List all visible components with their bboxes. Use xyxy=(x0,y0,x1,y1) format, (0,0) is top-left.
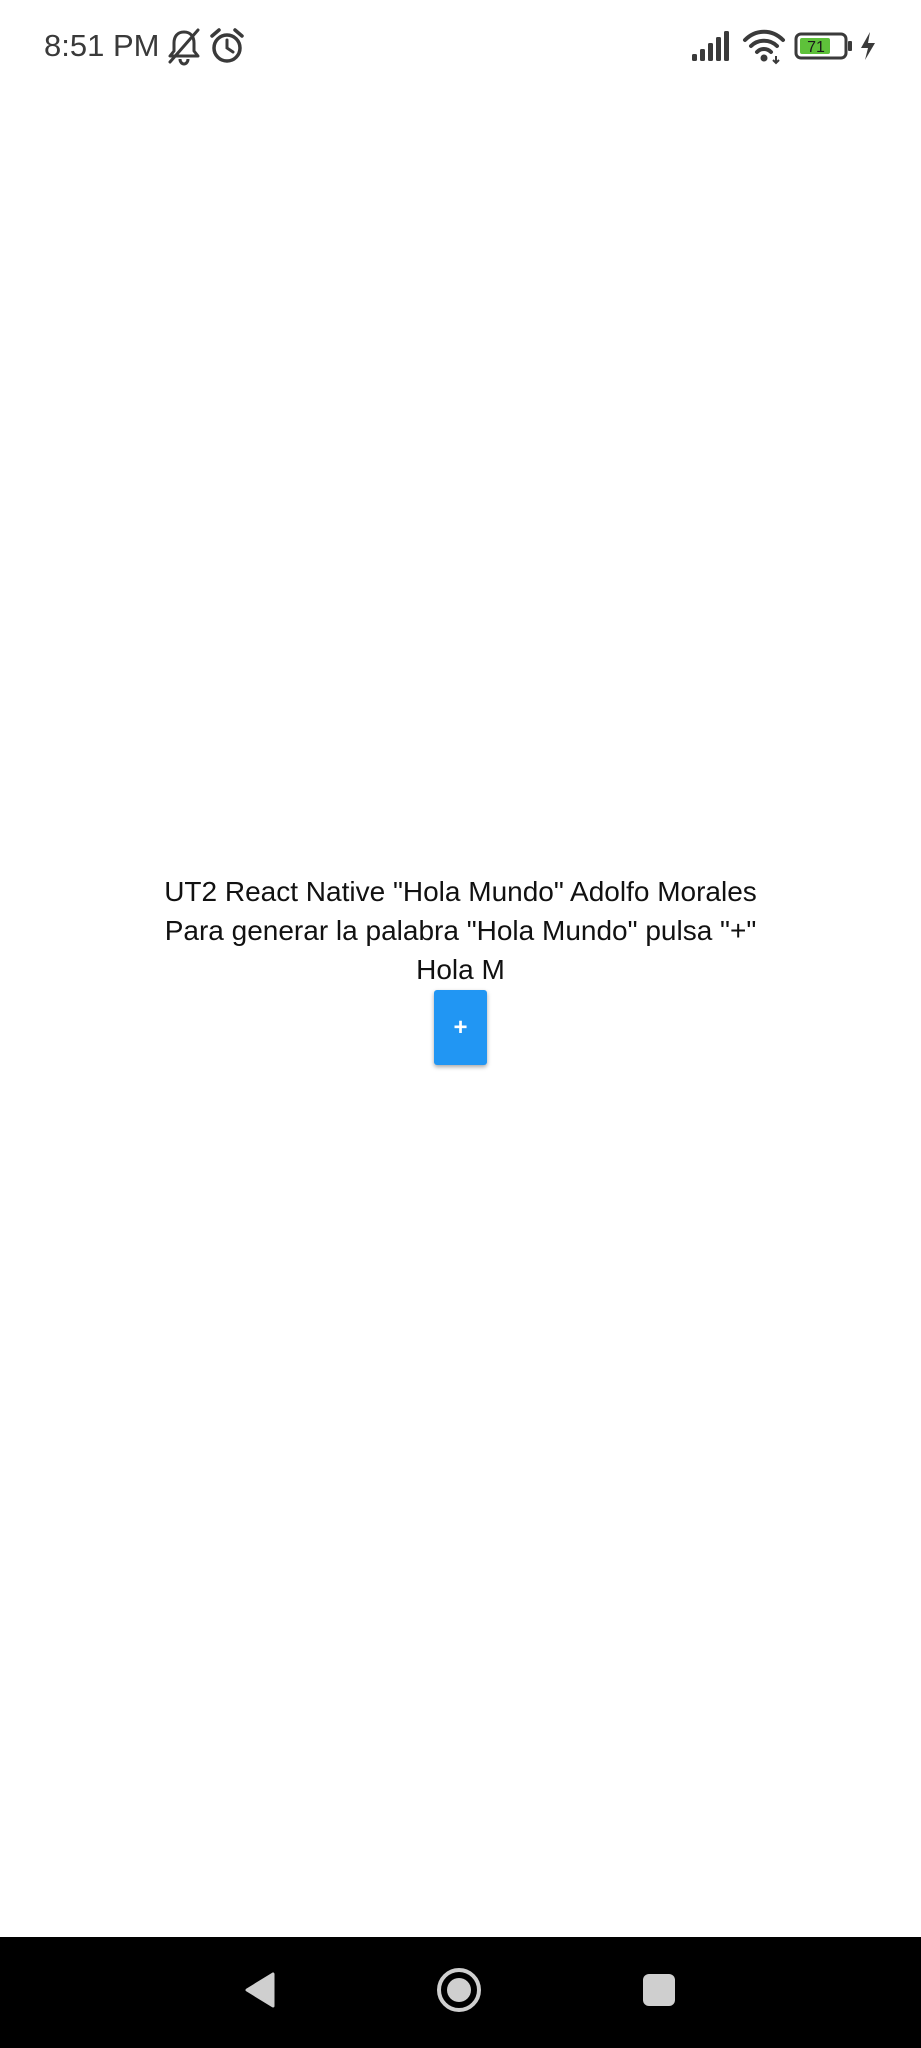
result-text: Hola M xyxy=(416,954,505,985)
signal-icon xyxy=(690,26,732,66)
status-bar: 8:51 PM 71 xyxy=(0,0,921,92)
battery-level-text: 71 xyxy=(807,39,825,56)
recents-button[interactable] xyxy=(604,1937,714,2048)
battery-icon: 71 xyxy=(794,26,854,66)
navigation-bar xyxy=(0,1937,921,2048)
title-text: UT2 React Native "Hola Mundo" Adolfo Mor… xyxy=(164,876,757,907)
app-screen: 8:51 PM 71 UT2 React Native "Hola Mundo"… xyxy=(0,0,921,2048)
main-content: UT2 React Native "Hola Mundo" Adolfo Mor… xyxy=(0,872,921,989)
wifi-icon xyxy=(742,26,786,66)
recents-icon xyxy=(641,1972,677,2013)
bell-off-icon xyxy=(166,26,202,66)
back-icon xyxy=(243,1970,277,2015)
home-icon xyxy=(435,1966,483,2019)
home-button[interactable] xyxy=(404,1937,514,2048)
back-button[interactable] xyxy=(205,1937,315,2048)
charging-icon xyxy=(858,26,878,66)
add-letter-button[interactable]: + xyxy=(434,990,487,1065)
alarm-icon xyxy=(208,26,246,66)
instruction-text: Para generar la palabra "Hola Mundo" pul… xyxy=(164,915,757,946)
status-time: 8:51 PM xyxy=(44,28,160,63)
